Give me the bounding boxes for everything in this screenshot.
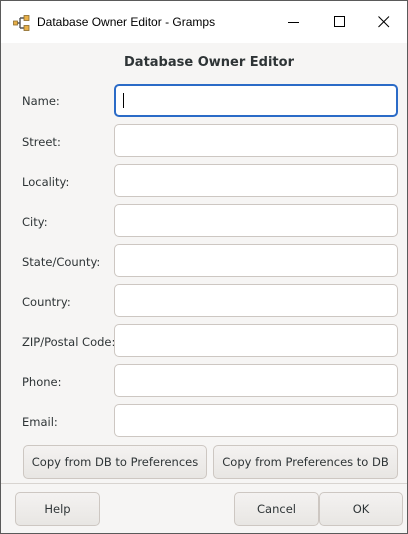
- country-field[interactable]: [114, 284, 398, 317]
- state-county-field[interactable]: [114, 244, 398, 277]
- dialog-window: Database Owner Editor - Gramps Database …: [0, 0, 408, 534]
- state-county-label: State/County:: [22, 255, 101, 269]
- minimize-button[interactable]: [271, 1, 317, 43]
- text-caret: [123, 93, 124, 108]
- street-field[interactable]: [114, 124, 398, 157]
- close-icon: [378, 16, 390, 28]
- help-button[interactable]: Help: [15, 492, 100, 526]
- close-button[interactable]: [361, 1, 407, 43]
- email-label: Email:: [22, 415, 58, 429]
- cancel-button[interactable]: Cancel: [234, 492, 319, 526]
- locality-field[interactable]: [114, 164, 398, 197]
- zip-postal-code-label: ZIP/Postal Code:: [22, 335, 116, 349]
- phone-label: Phone:: [22, 375, 62, 389]
- city-label: City:: [22, 215, 48, 229]
- phone-field[interactable]: [114, 364, 398, 397]
- city-field[interactable]: [114, 204, 398, 237]
- zip-postal-code-field[interactable]: [114, 324, 398, 357]
- dialog-heading: Database Owner Editor: [124, 55, 294, 70]
- window-title: Database Owner Editor - Gramps: [37, 15, 216, 29]
- country-label: Country:: [22, 295, 71, 309]
- gramps-app-icon: [13, 15, 31, 31]
- help-label: Help: [44, 502, 71, 516]
- street-label: Street:: [22, 135, 61, 149]
- ok-button[interactable]: OK: [319, 492, 403, 526]
- copy-preferences-to-db-label: Copy from Preferences to DB: [222, 455, 389, 469]
- cancel-label: Cancel: [257, 502, 296, 516]
- copy-db-to-preferences-button[interactable]: Copy from DB to Preferences: [23, 445, 207, 479]
- maximize-button[interactable]: [317, 1, 363, 43]
- maximize-icon: [334, 16, 345, 27]
- email-field[interactable]: [114, 404, 398, 437]
- title-bar[interactable]: Database Owner Editor - Gramps: [1, 1, 407, 43]
- locality-label: Locality:: [22, 175, 70, 189]
- copy-preferences-to-db-button[interactable]: Copy from Preferences to DB: [213, 445, 398, 479]
- button-bar-divider: [1, 483, 407, 484]
- minimize-icon: [288, 22, 299, 23]
- ok-label: OK: [352, 502, 370, 516]
- name-field[interactable]: [114, 84, 398, 117]
- name-label: Name:: [22, 94, 60, 108]
- copy-db-to-preferences-label: Copy from DB to Preferences: [31, 455, 199, 469]
